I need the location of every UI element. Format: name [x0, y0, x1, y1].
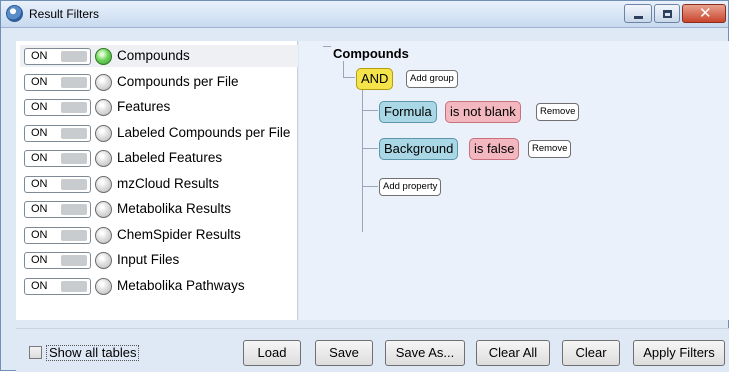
toggle-label: ON [31, 280, 48, 292]
property-chip-background[interactable]: Background [379, 138, 459, 160]
maximize-button[interactable] [654, 4, 680, 23]
table-name: Labeled Compounds per File [117, 125, 291, 140]
table-row-labeled-features[interactable]: ON Labeled Features [20, 147, 298, 169]
toggle-knob [61, 77, 87, 88]
table-row-metabolika-pathways[interactable]: ON Metabolika Pathways [20, 275, 298, 297]
table-row-features[interactable]: ON Features [20, 96, 298, 118]
table-list: ON Compounds ON Compounds per File ON Fe… [16, 41, 298, 320]
toggle-knob [61, 179, 87, 190]
toggle-label: ON [31, 50, 48, 62]
app-icon [6, 5, 23, 22]
result-filters-window: Result Filters ✕ ON Compounds ON Compoun… [0, 0, 729, 372]
table-row-compounds-per-file[interactable]: ON Compounds per File [20, 71, 298, 93]
and-operator-chip[interactable]: AND [356, 68, 394, 90]
table-toggle[interactable]: ON [24, 125, 91, 142]
table-toggle[interactable]: ON [24, 99, 91, 116]
status-dot-icon [95, 99, 112, 116]
toggle-label: ON [31, 127, 48, 139]
status-dot-icon [95, 227, 112, 244]
remove-condition-button[interactable]: Remove [528, 140, 572, 158]
show-all-tables-label[interactable]: Show all tables [46, 345, 140, 361]
apply-filters-button[interactable]: Apply Filters [633, 340, 725, 366]
status-dot-icon [95, 176, 112, 193]
table-toggle[interactable]: ON [24, 74, 91, 91]
toggle-label: ON [31, 178, 48, 190]
condition-chip-is-false[interactable]: is false [469, 138, 520, 160]
table-row-input-files[interactable]: ON Input Files [20, 249, 298, 271]
table-row-compounds[interactable]: ON Compounds [20, 45, 298, 67]
table-toggle[interactable]: ON [24, 176, 91, 193]
property-chip-formula[interactable]: Formula [379, 101, 437, 123]
table-toggle[interactable]: ON [24, 278, 91, 295]
root-table-label: Compounds [333, 46, 409, 61]
condition-chip-is-not-blank[interactable]: is not blank [445, 101, 521, 123]
toggle-knob [61, 204, 87, 215]
toggle-knob [61, 153, 87, 164]
table-toggle[interactable]: ON [24, 48, 91, 65]
filter-tree-panel: Compounds AND Add group Formula is not b… [299, 41, 729, 320]
status-dot-icon [95, 150, 112, 167]
status-dot-icon [95, 125, 112, 142]
remove-condition-button[interactable]: Remove [536, 103, 580, 121]
status-dot-icon [95, 201, 112, 218]
toggle-knob [61, 281, 87, 292]
table-name: Compounds per File [117, 74, 239, 89]
tree-connector [362, 110, 378, 111]
table-name: Labeled Features [117, 150, 223, 165]
table-row-mzcloud-results[interactable]: ON mzCloud Results [20, 173, 298, 195]
table-name: Metabolika Pathways [117, 278, 245, 293]
toggle-knob [61, 128, 87, 139]
minimize-button[interactable] [624, 4, 652, 23]
table-name: ChemSpider Results [117, 227, 241, 242]
status-dot-icon [95, 48, 112, 65]
table-name: Compounds [117, 48, 190, 63]
status-dot-icon [95, 74, 112, 91]
toggle-knob [61, 255, 87, 266]
add-property-button[interactable]: Add property [379, 178, 442, 196]
tree-connector [362, 148, 378, 149]
toggle-label: ON [31, 203, 48, 215]
show-all-tables-checkbox[interactable] [29, 346, 42, 359]
tree-connector [323, 46, 331, 47]
save-button[interactable]: Save [315, 340, 373, 366]
toggle-label: ON [31, 76, 48, 88]
tree-connector [343, 61, 355, 78]
table-name: Input Files [117, 252, 180, 267]
status-dot-icon [95, 278, 112, 295]
toggle-label: ON [31, 101, 48, 113]
load-button[interactable]: Load [243, 340, 301, 366]
toggle-label: ON [31, 229, 48, 241]
title-bar[interactable]: Result Filters ✕ [1, 1, 728, 28]
toggle-label: ON [31, 152, 48, 164]
status-dot-icon [95, 252, 112, 269]
toggle-knob [61, 51, 87, 62]
table-toggle[interactable]: ON [24, 201, 91, 218]
clear-all-button[interactable]: Clear All [476, 340, 550, 366]
tree-connector [362, 186, 378, 187]
maximize-icon [663, 10, 672, 18]
window-title: Result Filters [29, 7, 100, 21]
tree-connector [362, 90, 378, 232]
table-toggle[interactable]: ON [24, 252, 91, 269]
toggle-label: ON [31, 254, 48, 266]
table-name: mzCloud Results [117, 176, 220, 191]
table-row-labeled-compounds-per-file[interactable]: ON Labeled Compounds per File [20, 122, 298, 144]
table-row-metabolika-results[interactable]: ON Metabolika Results [20, 198, 298, 220]
close-icon: ✕ [699, 5, 712, 22]
toggle-knob [61, 230, 87, 241]
add-group-button[interactable]: Add group [406, 70, 458, 88]
table-name: Metabolika Results [117, 201, 232, 216]
table-toggle[interactable]: ON [24, 150, 91, 167]
table-toggle[interactable]: ON [24, 227, 91, 244]
toggle-knob [61, 102, 87, 113]
table-name: Features [117, 99, 171, 114]
footer-toolbar: Show all tables Load Save Save As... Cle… [16, 328, 729, 372]
close-button[interactable]: ✕ [682, 4, 726, 23]
minimize-icon [634, 16, 643, 19]
clear-button[interactable]: Clear [562, 340, 620, 366]
table-row-chemspider-results[interactable]: ON ChemSpider Results [20, 224, 298, 246]
save-as-button[interactable]: Save As... [385, 340, 465, 366]
